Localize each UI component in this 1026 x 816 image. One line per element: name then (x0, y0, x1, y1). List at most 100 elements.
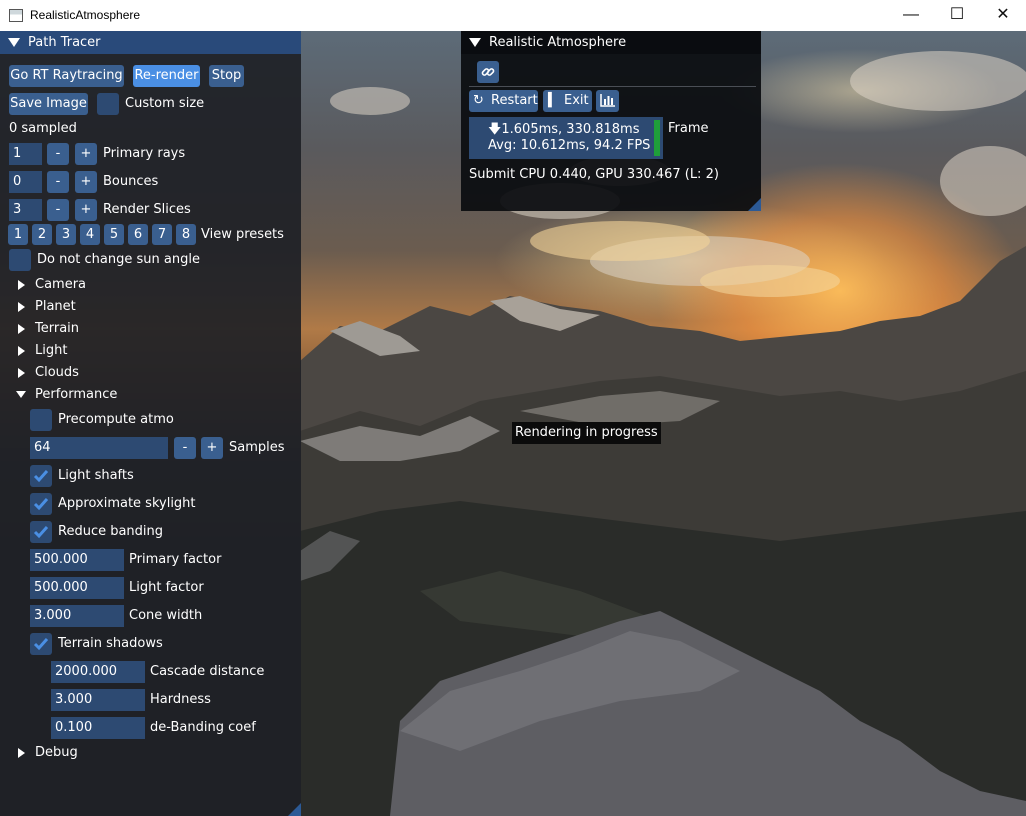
precompute-atmo-label: Precompute atmo (58, 412, 174, 427)
check-icon (33, 526, 49, 539)
debanding-coef-label: de-Banding coef (150, 720, 256, 735)
stats-button[interactable] (596, 90, 619, 112)
reduce-banding-label: Reduce banding (58, 524, 164, 539)
maximize-button[interactable]: ☐ (934, 0, 980, 31)
expand-triangle-icon (18, 748, 25, 758)
down-arrow-icon: 🡇 (488, 122, 502, 137)
terrain-shadows-label: Terrain shadows (58, 636, 163, 651)
view-presets-label: View presets (201, 227, 284, 242)
samples-plus-button[interactable]: + (201, 437, 223, 459)
save-image-button[interactable]: Save Image (9, 93, 88, 115)
check-icon (33, 638, 49, 651)
resize-grip[interactable] (288, 803, 301, 816)
expand-triangle-icon (18, 368, 25, 378)
exit-button[interactable]: ▍ Exit (543, 90, 592, 112)
reduce-banding-checkbox[interactable] (30, 521, 52, 543)
realistic-atmosphere-header[interactable]: Realistic Atmosphere (461, 31, 761, 54)
view-preset-3-button[interactable]: 3 (56, 224, 76, 245)
frame-times-avg: Avg: 10.612ms, 94.2 FPS (488, 138, 651, 153)
door-icon: ▍ (548, 93, 558, 108)
cascade-distance-label: Cascade distance (150, 664, 265, 679)
collapse-triangle-icon (8, 38, 20, 47)
approximate-skylight-checkbox[interactable] (30, 493, 52, 515)
view-preset-4-button[interactable]: 4 (80, 224, 100, 245)
fps-bar (654, 120, 660, 156)
section-planet[interactable]: Planet (35, 299, 76, 314)
hardness-input[interactable]: 3.000 (51, 689, 145, 711)
render-slices-minus-button[interactable]: - (47, 199, 69, 221)
stop-button[interactable]: Stop (209, 65, 244, 87)
section-clouds[interactable]: Clouds (35, 365, 79, 380)
exit-label: Exit (564, 93, 589, 108)
samples-label: Samples (229, 440, 285, 455)
light-shafts-label: Light shafts (58, 468, 134, 483)
section-camera[interactable]: Camera (35, 277, 86, 292)
terrain-shadows-checkbox[interactable] (30, 633, 52, 655)
close-button[interactable]: ✕ (980, 0, 1026, 31)
samples-input[interactable]: 64 (30, 437, 168, 459)
primary-rays-minus-button[interactable]: - (47, 143, 69, 165)
section-terrain[interactable]: Terrain (35, 321, 79, 336)
render-slices-plus-button[interactable]: + (75, 199, 97, 221)
debanding-coef-input[interactable]: 0.100 (51, 717, 145, 739)
bounces-plus-button[interactable]: + (75, 171, 97, 193)
view-preset-5-button[interactable]: 5 (104, 224, 124, 245)
bar-chart-icon (600, 94, 615, 107)
sun-angle-label: Do not change sun angle (37, 252, 200, 267)
realistic-atmosphere-title: Realistic Atmosphere (489, 35, 627, 50)
app-icon (9, 9, 23, 22)
bounces-minus-button[interactable]: - (47, 171, 69, 193)
minimize-button[interactable]: — (888, 0, 934, 31)
section-performance[interactable]: Performance (35, 387, 117, 402)
cone-width-input[interactable]: 3.000 (30, 605, 124, 627)
expand-triangle-icon (18, 302, 25, 312)
frame-time-graph: 🡇1.605ms, 330.818ms Avg: 10.612ms, 94.2 … (469, 117, 663, 159)
hardness-label: Hardness (150, 692, 211, 707)
bounces-input[interactable]: 0 (9, 171, 42, 193)
view-preset-1-button[interactable]: 1 (8, 224, 28, 245)
approximate-skylight-label: Approximate skylight (58, 496, 196, 511)
separator (469, 86, 756, 87)
go-rt-raytracing-button[interactable]: Go RT Raytracing (9, 65, 124, 87)
frame-label: Frame (668, 121, 709, 136)
rendering-status-tooltip: Rendering in progress (512, 422, 661, 444)
view-preset-2-button[interactable]: 2 (32, 224, 52, 245)
window-titlebar: RealisticAtmosphere — ☐ ✕ (0, 0, 1026, 32)
primary-rays-label: Primary rays (103, 146, 186, 161)
render-slices-label: Render Slices (103, 202, 191, 217)
custom-size-label: Custom size (125, 96, 205, 111)
sampled-count: 0 sampled (9, 121, 77, 136)
primary-rays-plus-button[interactable]: + (75, 143, 97, 165)
view-preset-8-button[interactable]: 8 (176, 224, 196, 245)
light-shafts-checkbox[interactable] (30, 465, 52, 487)
resize-grip[interactable] (748, 198, 761, 211)
sun-angle-checkbox[interactable] (9, 249, 31, 271)
section-debug[interactable]: Debug (35, 745, 78, 760)
section-light[interactable]: Light (35, 343, 67, 358)
precompute-atmo-checkbox[interactable] (30, 409, 52, 431)
collapse-triangle-icon (16, 391, 26, 398)
render-slices-input[interactable]: 3 (9, 199, 42, 221)
restart-label: Restart (491, 93, 538, 108)
submit-stats: Submit CPU 0.440, GPU 330.467 (L: 2) (469, 167, 719, 182)
collapse-triangle-icon (469, 38, 481, 47)
restart-button[interactable]: ↻ Restart (469, 90, 538, 112)
expand-triangle-icon (18, 280, 25, 290)
rerender-button[interactable]: Re-render (133, 65, 200, 87)
samples-minus-button[interactable]: - (174, 437, 196, 459)
primary-factor-label: Primary factor (129, 552, 222, 567)
link-button[interactable] (477, 61, 499, 83)
cone-width-label: Cone width (129, 608, 203, 623)
path-tracer-header[interactable]: Path Tracer (0, 31, 301, 54)
custom-size-checkbox[interactable] (97, 93, 119, 115)
cascade-distance-input[interactable]: 2000.000 (51, 661, 145, 683)
link-icon (481, 68, 495, 76)
path-tracer-title: Path Tracer (28, 35, 101, 50)
light-factor-input[interactable]: 500.000 (30, 577, 124, 599)
view-preset-6-button[interactable]: 6 (128, 224, 148, 245)
primary-rays-input[interactable]: 1 (9, 143, 42, 165)
view-preset-7-button[interactable]: 7 (152, 224, 172, 245)
check-icon (33, 498, 49, 511)
primary-factor-input[interactable]: 500.000 (30, 549, 124, 571)
expand-triangle-icon (18, 346, 25, 356)
